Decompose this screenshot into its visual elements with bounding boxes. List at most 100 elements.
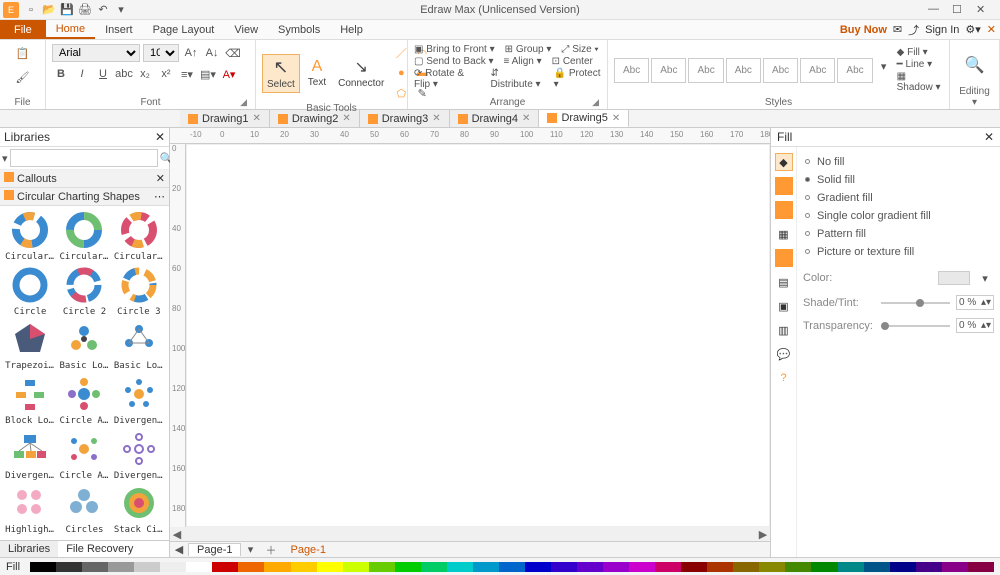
help-close-icon[interactable]: ✕ (987, 23, 996, 36)
shape-item[interactable]: Circular … (4, 210, 56, 263)
select-tool[interactable]: ↖Select (262, 54, 300, 93)
palette-color[interactable] (82, 562, 108, 572)
size-button[interactable]: ⤢ Size ▾ (561, 44, 598, 55)
menu-page-layout[interactable]: Page Layout (143, 20, 225, 39)
palette-color[interactable] (108, 562, 134, 572)
fill-option[interactable]: Single color gradient fill (803, 207, 994, 225)
bullets-icon[interactable]: ≡▾ (178, 65, 196, 83)
fill-option[interactable]: Pattern fill (803, 225, 994, 243)
palette-color[interactable] (343, 562, 369, 572)
transparency-slider[interactable] (881, 325, 950, 327)
font-launcher-icon[interactable]: ◢ (240, 97, 247, 108)
palette-color[interactable] (186, 562, 212, 572)
menu-home[interactable]: Home (46, 20, 95, 39)
text-tab-icon[interactable] (775, 249, 793, 267)
help-tab-icon[interactable]: ? (775, 369, 793, 387)
text-tool[interactable]: AText (304, 56, 330, 90)
shadow-tab-icon[interactable] (775, 201, 793, 219)
page-next-icon[interactable]: ▾ (241, 541, 259, 559)
grow-font-icon[interactable]: A↑ (182, 44, 200, 62)
palette-color[interactable] (890, 562, 916, 572)
palette-color[interactable] (838, 562, 864, 572)
libraries-close-icon[interactable]: ✕ (155, 130, 165, 144)
palette-color[interactable] (811, 562, 837, 572)
shape-item[interactable]: Circle Ar… (58, 374, 110, 427)
protect-button[interactable]: 🔒 Protect ▾ (554, 68, 601, 90)
shape-item[interactable]: Circular … (58, 210, 110, 263)
palette-color[interactable] (212, 562, 238, 572)
section-circular[interactable]: Circular Charting Shapes ⋯ (0, 188, 169, 206)
palette-color[interactable] (916, 562, 942, 572)
fill-dropdown[interactable]: ◆ Fill ▾ (897, 47, 943, 58)
palette-color[interactable] (707, 562, 733, 572)
style-swatch[interactable]: Abc (614, 58, 649, 83)
shape-item[interactable]: Circle 3 (113, 265, 165, 318)
style-gallery[interactable]: Abc Abc Abc Abc Abc Abc Abc ▾ (614, 58, 893, 83)
fill-panel-close-icon[interactable]: ✕ (984, 130, 994, 144)
minimize-icon[interactable]: — (928, 3, 942, 16)
palette-color[interactable] (395, 562, 421, 572)
transparency-value[interactable]: 0 %▴▾ (956, 318, 994, 333)
shape-item[interactable]: Divergent… (113, 429, 165, 482)
fill-option[interactable]: No fill (803, 153, 994, 171)
palette-color[interactable] (629, 562, 655, 572)
palette-color[interactable] (942, 562, 968, 572)
lib-tab-libraries[interactable]: Libraries (0, 541, 58, 557)
tab-close-icon[interactable]: ✕ (432, 113, 440, 124)
document-tab[interactable]: Drawing5✕ (539, 110, 629, 127)
palette-color[interactable] (577, 562, 603, 572)
bring-to-front-button[interactable]: ▣ Bring to Front ▾ (414, 44, 495, 55)
palette-color[interactable] (473, 562, 499, 572)
settings-icon[interactable]: ⚙▾ (965, 23, 980, 36)
menu-view[interactable]: View (224, 20, 268, 39)
style-swatch[interactable]: Abc (688, 58, 723, 83)
palette-color[interactable] (759, 562, 785, 572)
font-color-icon[interactable]: A▾ (220, 65, 238, 83)
find-icon[interactable]: 🔍 (966, 56, 984, 74)
qat-dropdown-icon[interactable]: ▾ (114, 3, 128, 17)
picture-tab-icon[interactable]: ▦ (775, 225, 793, 243)
sub-icon[interactable]: x₂ (136, 65, 154, 83)
menu-insert[interactable]: Insert (95, 20, 143, 39)
sup-icon[interactable]: x² (157, 65, 175, 83)
qat-save-icon[interactable]: 💾 (60, 3, 74, 17)
qat-undo-icon[interactable]: ↶ (96, 3, 110, 17)
fill-option[interactable]: Picture or texture fill (803, 243, 994, 261)
palette-color[interactable] (238, 562, 264, 572)
scroll-right-icon[interactable]: ▶ (756, 528, 770, 541)
color-palette-strip[interactable] (30, 562, 994, 572)
palette-color[interactable] (291, 562, 317, 572)
group-button[interactable]: ⊞ Group ▾ (505, 44, 552, 55)
fill-tab-icon[interactable]: ◆ (775, 153, 793, 171)
section-expand-icon[interactable]: ⋯ (154, 190, 165, 203)
protect-tab-icon[interactable]: ▥ (775, 321, 793, 339)
page-tab-icon[interactable]: ▤ (775, 273, 793, 291)
document-tab[interactable]: Drawing1✕ (180, 110, 270, 127)
close-icon[interactable]: ✕ (976, 3, 990, 16)
palette-color[interactable] (369, 562, 395, 572)
scroll-left-icon[interactable]: ◀ (170, 528, 184, 541)
palette-color[interactable] (499, 562, 525, 572)
shape-item[interactable]: Basic Loop (58, 319, 110, 372)
shape-item[interactable]: Circle (4, 265, 56, 318)
palette-color[interactable] (447, 562, 473, 572)
arrange-launcher-icon[interactable]: ◢ (592, 97, 599, 108)
color-dropdown-icon[interactable]: ▾ (976, 269, 994, 287)
font-name-select[interactable]: Arial (52, 44, 140, 62)
rotate-flip-button[interactable]: ⟳ Rotate & Flip ▾ (414, 68, 481, 90)
add-page-icon[interactable]: ＋ (259, 542, 282, 558)
shade-slider[interactable] (881, 302, 950, 304)
distribute-button[interactable]: ⇵ Distribute ▾ (491, 68, 544, 90)
palette-color[interactable] (655, 562, 681, 572)
page-prev-icon[interactable]: ◀ (170, 541, 188, 559)
tab-close-icon[interactable]: ✕ (612, 113, 620, 124)
send-to-back-button[interactable]: ▢ Send to Back ▾ (414, 56, 494, 67)
fill-option[interactable]: Solid fill (803, 171, 994, 189)
line-tab-icon[interactable] (775, 177, 793, 195)
qat-print-icon[interactable]: 🖨 (78, 3, 92, 17)
palette-color[interactable] (968, 562, 994, 572)
lib-menu-icon[interactable]: ▾ (2, 149, 8, 167)
format-painter-icon[interactable]: 🖌 (14, 68, 32, 86)
style-swatch[interactable]: Abc (651, 58, 686, 83)
maximize-icon[interactable]: ☐ (952, 3, 966, 16)
